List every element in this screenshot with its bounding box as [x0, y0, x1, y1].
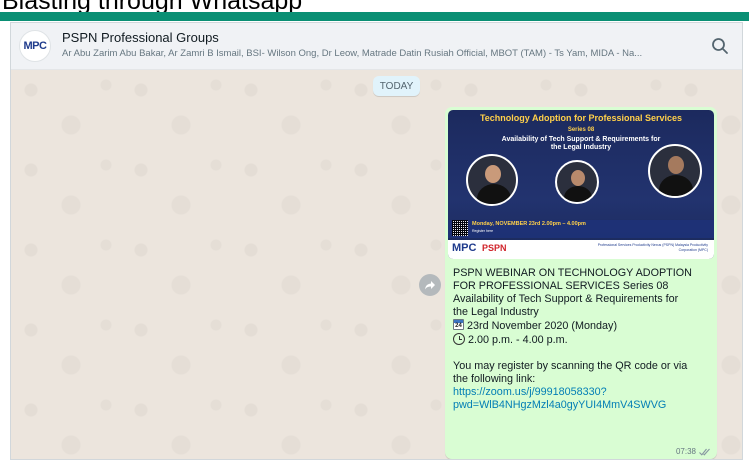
poster-org-text: Professional Services Productivity Nexus…: [597, 243, 708, 252]
message-meta: 07:38: [676, 447, 711, 456]
message-line: Availability of Tech Support & Requireme…: [453, 293, 679, 305]
speaker-photo-2: [555, 160, 599, 204]
pspn-logo: PSPN: [482, 243, 507, 253]
slide-title: Blasting through Whatsapp: [0, 0, 749, 12]
chat-header[interactable]: MPC PSPN Professional Groups Ar Abu Zari…: [11, 23, 742, 70]
calendar-icon: [453, 319, 464, 330]
register-line: the following link:: [453, 373, 536, 385]
webinar-poster-image[interactable]: Technology Adoption for Professional Ser…: [448, 110, 714, 259]
zoom-link[interactable]: pwd=WlB4NHgzMzl4a0gyYUI4MmV4SWVG: [453, 399, 710, 412]
message-text: PSPN WEBINAR ON TECHNOLOGY ADOPTION FOR …: [448, 267, 714, 412]
clock-icon: [453, 333, 465, 345]
whatsapp-window: MPC PSPN Professional Groups Ar Abu Zari…: [10, 22, 743, 460]
poster-event-time: Monday, NOVEMBER 23rd 2.00pm – 4.00pm: [472, 221, 586, 227]
date-chip: TODAY: [373, 76, 420, 96]
date-line: 23rd November 2020 (Monday): [453, 319, 710, 333]
poster-title: Technology Adoption for Professional Ser…: [479, 113, 683, 133]
message-bubble[interactable]: Technology Adoption for Professional Ser…: [445, 107, 717, 459]
time-line: 2.00 p.m. - 4.00 p.m.: [453, 333, 710, 347]
message-time: 07:38: [675, 447, 696, 456]
group-members: Ar Abu Zarim Abu Bakar, Ar Zamri B Ismai…: [62, 48, 643, 59]
forward-button[interactable]: [419, 274, 441, 296]
group-avatar[interactable]: MPC: [19, 30, 51, 62]
register-line: You may register by scanning the QR code…: [453, 360, 688, 372]
speaker-photo-3: [648, 144, 702, 198]
poster-register-text: Register here: [472, 229, 494, 233]
avatar-logo-text: MPC: [23, 40, 47, 52]
qr-code: [452, 220, 468, 236]
chat-body[interactable]: TODAY Technology Adoption for Profession…: [11, 70, 742, 459]
group-name[interactable]: PSPN Professional Groups: [62, 30, 219, 45]
speaker-photo-1: [466, 154, 518, 206]
message-line: the Legal Industry: [453, 306, 539, 318]
search-icon[interactable]: [710, 36, 730, 56]
zoom-link[interactable]: https://zoom.us/j/99918058330?: [453, 386, 710, 399]
message-line: PSPN WEBINAR ON TECHNOLOGY ADOPTION: [453, 267, 692, 279]
message-line: FOR PROFESSIONAL SERVICES Series 08: [453, 280, 669, 292]
mpc-logo: MPC: [452, 242, 477, 254]
forward-icon: [425, 281, 435, 290]
slide-accent-bar: [0, 12, 749, 21]
double-check-icon: [699, 448, 710, 456]
